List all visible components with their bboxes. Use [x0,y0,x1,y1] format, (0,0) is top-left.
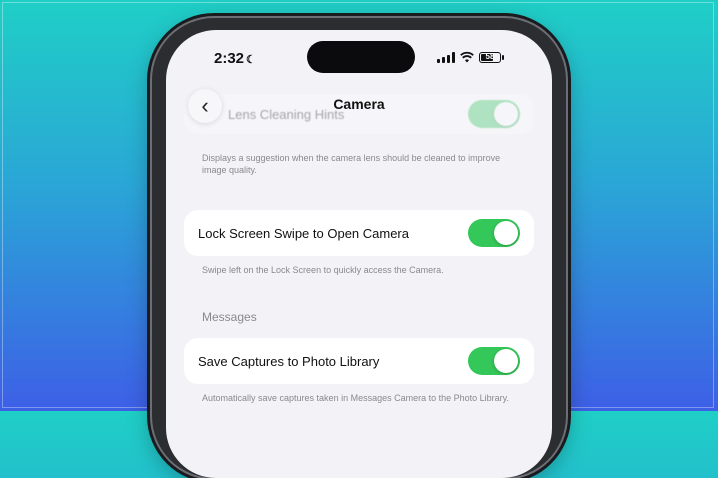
battery-level: 58 [485,51,495,61]
status-icons: 58 [437,51,504,63]
footer-lens-cleaning: Displays a suggestion when the camera le… [202,153,501,175]
footer-lock-screen-swipe: Swipe left on the Lock Screen to quickly… [202,265,444,275]
footer-save-captures: Automatically save captures taken in Mes… [202,393,509,403]
lock-screen-swipe-toggle[interactable] [468,219,520,247]
battery-icon: 58 [479,51,504,63]
setting-label: Lock Screen Swipe to Open Camera [198,225,409,241]
setting-row-lock-screen-swipe[interactable]: Lock Screen Swipe to Open Camera [184,210,534,256]
page-title: Camera [333,96,385,112]
dynamic-island [307,41,415,73]
moon-icon: ☾ [246,54,256,66]
phone-device: 2:32 ☾ 58 ‹ Camera Lens Cleaning Hints D… [152,18,566,478]
wifi-icon [460,51,474,63]
cellular-signal-icon [437,51,455,63]
section-header-messages: Messages [202,310,257,324]
save-captures-toggle[interactable] [468,347,520,375]
status-time: 2:32 ☾ [214,50,256,67]
setting-row-save-captures[interactable]: Save Captures to Photo Library [184,338,534,384]
status-time-text: 2:32 [214,50,245,67]
setting-label: Save Captures to Photo Library [198,353,380,369]
